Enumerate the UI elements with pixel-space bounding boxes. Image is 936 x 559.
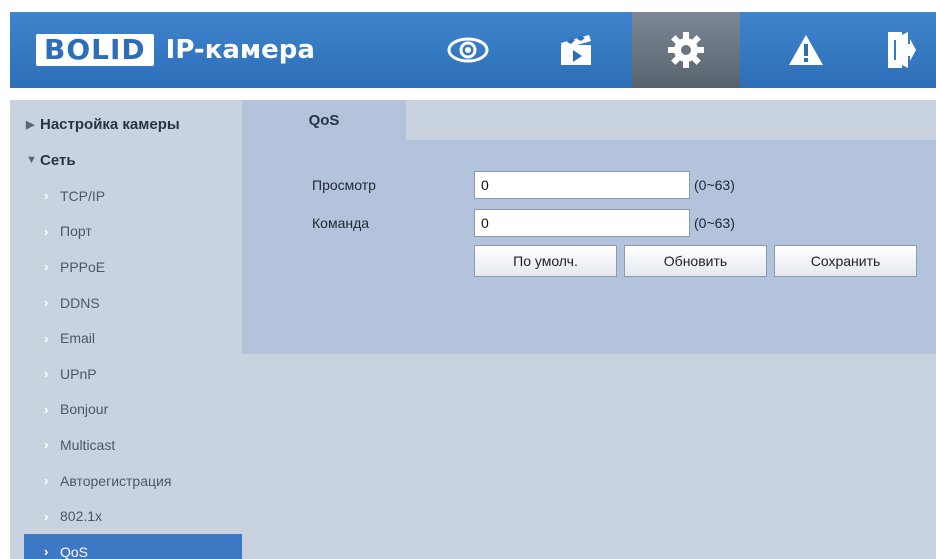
sidebar-item-tcpip[interactable]: › TCP/IP (10, 178, 242, 214)
logout-icon (886, 30, 916, 70)
sidebar-group-label: Сеть (40, 151, 76, 169)
refresh-button[interactable]: Обновить (624, 245, 767, 277)
chevron-right-icon: › (44, 508, 49, 524)
nav-live-view[interactable] (420, 12, 516, 88)
clapperboard-icon (558, 32, 594, 68)
logo-brand: BOLID (36, 34, 154, 66)
main-content: QoS Просмотр (0~63) Команда (0~63) По ум… (242, 100, 936, 559)
sidebar-item-label: UPnP (60, 365, 97, 382)
sidebar: ▶ Настройка камеры ▼ Сеть › TCP/IP › Пор… (10, 100, 242, 559)
sidebar-item-label: DDNS (60, 294, 100, 311)
nav-alarm[interactable] (758, 12, 854, 88)
sidebar-item-label: Email (60, 330, 96, 347)
sidebar-item-label: QoS (60, 543, 89, 559)
chevron-right-icon: › (44, 401, 49, 417)
sidebar-item-upnp[interactable]: › UPnP (10, 356, 242, 392)
warning-icon (787, 33, 825, 67)
sidebar-item-autoregistration[interactable]: › Авторегистрация (10, 463, 242, 499)
nav-playback[interactable] (528, 12, 624, 88)
chevron-right-icon: › (44, 330, 49, 346)
save-button[interactable]: Сохранить (774, 245, 917, 277)
top-header: BOLID IP-камера (10, 12, 936, 88)
logo: BOLID IP-камера (36, 32, 315, 68)
default-button[interactable]: По умолч. (474, 245, 617, 277)
logo-product: IP-камера (165, 35, 315, 65)
qos-settings-panel: Просмотр (0~63) Команда (0~63) По умолч.… (242, 140, 936, 354)
sidebar-item-email[interactable]: › Email (10, 320, 242, 356)
sidebar-group-label: Настройка камеры (40, 115, 180, 133)
chevron-right-icon: › (44, 188, 49, 204)
sidebar-group-camera-settings[interactable]: ▶ Настройка камеры (10, 106, 242, 142)
gear-icon (666, 30, 706, 70)
command-range: (0~63) (694, 215, 735, 231)
sidebar-item-label: PPPoE (60, 258, 106, 275)
sidebar-item-qos[interactable]: › QoS (24, 533, 242, 559)
tab-qos[interactable]: QoS (242, 100, 406, 140)
eye-icon (446, 35, 490, 65)
sidebar-item-label: 802.1x (60, 508, 103, 525)
sidebar-item-label: Multicast (60, 436, 116, 453)
sidebar-item-label: Авторегистрация (60, 472, 172, 489)
nav-logout[interactable] (866, 12, 936, 88)
sidebar-item-label: TCP/IP (60, 187, 106, 204)
chevron-right-icon: › (44, 544, 49, 559)
triangle-down-icon: ▼ (26, 154, 37, 166)
sidebar-item-pppoe[interactable]: › PPPoE (10, 249, 242, 285)
sidebar-item-multicast[interactable]: › Multicast (10, 427, 242, 463)
view-field[interactable] (474, 171, 690, 199)
view-range: (0~63) (694, 177, 735, 193)
sidebar-item-bonjour[interactable]: › Bonjour (10, 392, 242, 428)
sidebar-item-8021x[interactable]: › 802.1x (10, 498, 242, 534)
triangle-right-icon: ▶ (26, 118, 35, 131)
sidebar-group-network[interactable]: ▼ Сеть (10, 142, 242, 178)
sidebar-item-label: Порт (60, 223, 92, 240)
nav-setup[interactable] (632, 12, 740, 88)
sidebar-item-ddns[interactable]: › DDNS (10, 285, 242, 321)
chevron-right-icon: › (44, 223, 49, 239)
chevron-right-icon: › (44, 473, 49, 489)
command-label: Команда (312, 215, 370, 231)
chevron-right-icon: › (44, 259, 49, 275)
sidebar-item-port[interactable]: › Порт (10, 214, 242, 250)
sidebar-item-label: Bonjour (60, 401, 109, 418)
chevron-right-icon: › (44, 366, 49, 382)
view-label: Просмотр (312, 177, 376, 193)
command-field[interactable] (474, 209, 690, 237)
chevron-right-icon: › (44, 437, 49, 453)
chevron-right-icon: › (44, 295, 49, 311)
